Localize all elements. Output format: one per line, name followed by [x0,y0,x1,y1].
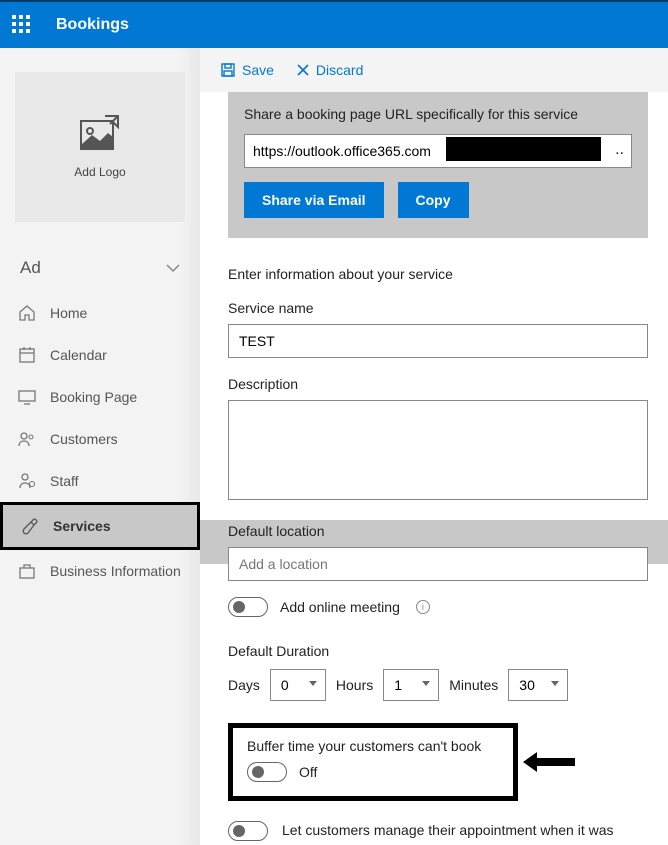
nav-label: Home [50,305,87,321]
business-collapse[interactable]: Ad [0,250,200,292]
nav-list: Home Calendar Booking Page Customers Sta… [0,292,200,592]
wrench-icon [21,517,39,535]
nav-business-info[interactable]: Business Information [0,550,200,592]
monitor-icon [18,388,36,406]
buffer-state: Off [299,764,317,780]
nav-label: Calendar [50,347,107,363]
nav-booking-page[interactable]: Booking Page [0,376,200,418]
nav-customers[interactable]: Customers [0,418,200,460]
copy-button[interactable]: Copy [398,182,469,218]
nav-label: Services [53,518,111,534]
share-email-button[interactable]: Share via Email [244,182,384,218]
info-icon[interactable]: i [416,600,430,614]
nav-label: Booking Page [50,389,137,405]
nav-label: Business Information [50,563,181,579]
add-logo-box[interactable]: Add Logo [15,72,185,222]
action-bar: Save Discard [200,48,668,92]
share-box: Share a booking page URL specifically fo… [228,92,648,238]
service-name-label: Service name [228,300,648,316]
share-label: Share a booking page URL specifically fo… [244,106,632,122]
arrow-annotation-icon [521,750,577,774]
save-button[interactable]: Save [220,62,274,78]
buffer-toggle[interactable] [247,762,287,782]
nav-staff[interactable]: Staff [0,460,200,502]
description-input[interactable] [228,400,648,500]
hours-label: Hours [336,677,373,693]
home-icon [18,304,36,322]
calendar-icon [18,346,36,364]
nav-home[interactable]: Home [0,292,200,334]
manage-text: Let customers manage their appointment w… [282,821,648,845]
location-label: Default location [228,523,648,539]
person-icon [18,472,36,490]
app-launcher-icon[interactable] [12,15,32,35]
section-intro: Enter information about your service [228,266,648,282]
discard-button[interactable]: Discard [296,62,363,78]
collapse-label: Ad [20,258,41,278]
add-logo-label: Add Logo [74,165,125,179]
save-icon [220,62,236,78]
minutes-label: Minutes [449,677,498,693]
buffer-highlight-box: Buffer time your customers can't book Of… [228,723,518,801]
days-select[interactable]: 0 [270,669,326,701]
nav-services[interactable]: Services [0,502,200,550]
description-label: Description [228,376,648,392]
online-meeting-toggle[interactable] [228,597,268,617]
top-bar: Bookings [0,0,668,48]
redacted-box [446,137,601,161]
hours-select[interactable]: 1 [383,669,439,701]
chevron-down-icon [166,260,180,276]
minutes-select[interactable]: 30 [508,669,568,701]
briefcase-icon [18,562,36,580]
image-icon [80,115,120,151]
nav-label: Customers [50,431,118,447]
people-icon [18,430,36,448]
close-icon [296,63,310,77]
nav-label: Staff [50,473,79,489]
buffer-label: Buffer time your customers can't book [247,738,499,754]
manage-toggle[interactable] [228,821,268,841]
duration-label: Default Duration [228,643,648,659]
sidebar: Add Logo Ad Home Calendar Booking Page [0,48,200,845]
online-meeting-label: Add online meeting [280,599,400,615]
location-input[interactable] [228,547,648,581]
nav-calendar[interactable]: Calendar [0,334,200,376]
days-label: Days [228,677,260,693]
content-panel: Save Discard Share a booking page URL sp… [200,48,668,845]
app-title: Bookings [56,16,129,34]
service-name-input[interactable] [228,324,648,358]
